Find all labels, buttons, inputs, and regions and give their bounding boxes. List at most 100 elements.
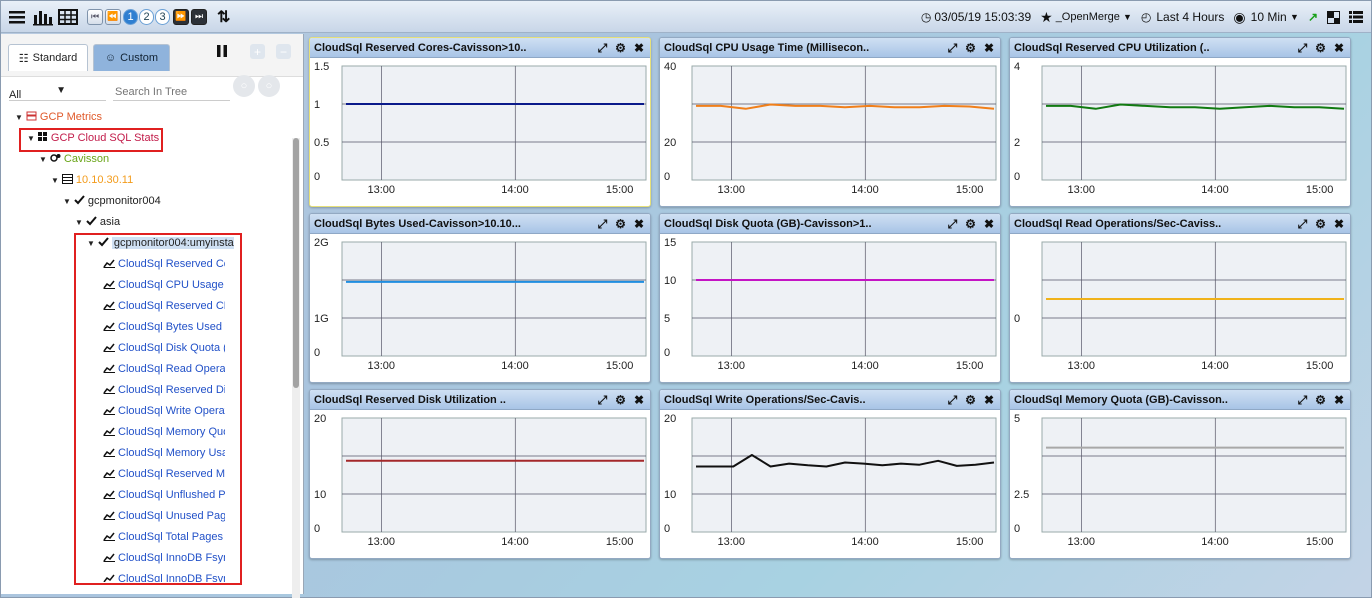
search-icon[interactable]: ○ bbox=[233, 75, 255, 97]
prev-page-icon[interactable]: ⏪ bbox=[105, 8, 121, 25]
x-tick-label: 15:00 bbox=[606, 360, 634, 372]
chart-panel[interactable]: CloudSql Reserved Disk Utilization .. ⤢ ⚙ ✖… bbox=[309, 389, 651, 559]
list-icon[interactable] bbox=[1349, 11, 1363, 23]
table-icon[interactable] bbox=[57, 7, 79, 27]
close-icon[interactable]: ✖ bbox=[984, 41, 994, 56]
expand-icon[interactable]: ⤢ bbox=[948, 217, 958, 232]
gear-icon[interactable]: ⚙ bbox=[1315, 393, 1326, 408]
plot-area bbox=[341, 65, 647, 181]
tree-node[interactable]: ▼ gcpmonitor004 bbox=[63, 191, 161, 211]
search-input[interactable] bbox=[113, 83, 230, 101]
gear-icon[interactable]: ⚙ bbox=[615, 217, 626, 232]
chart-panel[interactable]: CloudSql CPU Usage Time (Millisecon.. ⤢ ⚙ ✖… bbox=[659, 37, 1001, 207]
caret-down-icon[interactable]: ▼ bbox=[15, 113, 23, 122]
tree-node[interactable]: ▼ 10.10.30.11 bbox=[51, 170, 133, 190]
expand-icon[interactable]: ⤢ bbox=[1298, 393, 1308, 408]
chart-panel[interactable]: CloudSql Reserved CPU Utilization (.. ⤢ ⚙ ✖… bbox=[1009, 37, 1351, 207]
layout-icon[interactable] bbox=[1327, 10, 1340, 24]
gear-icon[interactable]: ⚙ bbox=[615, 41, 626, 56]
close-icon[interactable]: ✖ bbox=[634, 393, 644, 408]
gear-icon[interactable]: ⚙ bbox=[1315, 41, 1326, 56]
panel-header[interactable]: CloudSql Read Operations/Sec-Caviss.. ⤢ ⚙ ✖ bbox=[1010, 214, 1350, 234]
tree-node[interactable]: ▼ Cavisson bbox=[39, 149, 109, 169]
y-tick-label: 0 bbox=[314, 171, 320, 183]
last-page-icon[interactable]: ⏭ bbox=[191, 8, 207, 25]
gear-icon[interactable]: ⚙ bbox=[1315, 217, 1326, 232]
close-icon[interactable]: ✖ bbox=[1334, 393, 1344, 408]
chart-panel[interactable]: CloudSql Reserved Cores-Cavisson>10.. ⤢ ⚙ ✖… bbox=[309, 37, 651, 207]
panel-header[interactable]: CloudSql Reserved CPU Utilization (.. ⤢ ⚙ ✖ bbox=[1010, 38, 1350, 58]
star-icon[interactable]: ★ bbox=[1040, 9, 1053, 26]
caret-down-icon[interactable]: ▼ bbox=[39, 155, 47, 164]
gear-icon[interactable]: ⚙ bbox=[615, 393, 626, 408]
expand-icon[interactable]: ⤢ bbox=[598, 217, 608, 232]
x-tick-label: 14:00 bbox=[1201, 536, 1229, 548]
gear-icon[interactable]: ⚙ bbox=[965, 393, 976, 408]
x-tick-label: 15:00 bbox=[1306, 360, 1334, 372]
close-icon[interactable]: ✖ bbox=[984, 393, 994, 408]
clear-search-icon[interactable]: ○ bbox=[258, 75, 280, 97]
panel-header[interactable]: CloudSql Reserved Cores-Cavisson>10.. ⤢ ⚙ ✖ bbox=[310, 38, 650, 58]
page-1-button[interactable]: 1 bbox=[123, 8, 138, 25]
gear-icon[interactable]: ⚙ bbox=[965, 41, 976, 56]
panel-header[interactable]: CloudSql Reserved Disk Utilization .. ⤢ ⚙ ✖ bbox=[310, 390, 650, 410]
page-2-button[interactable]: 2 bbox=[139, 8, 154, 25]
range-select[interactable]: Last 4 Hours bbox=[1156, 10, 1224, 24]
expand-icon[interactable]: ⤢ bbox=[948, 393, 958, 408]
next-page-icon[interactable]: ⏩ bbox=[173, 8, 189, 25]
chart-panel[interactable]: CloudSql Disk Quota (GB)-Cavisson>1.. ⤢ ⚙ ✖… bbox=[659, 213, 1001, 383]
x-tick-label: 14:00 bbox=[851, 536, 879, 548]
list-icon: ☷ bbox=[18, 52, 29, 65]
chart-panel[interactable]: CloudSql Bytes Used-Cavisson>10.10... ⤢ ⚙ ✖… bbox=[309, 213, 651, 383]
tree-node[interactable]: ▼ GCP Metrics bbox=[15, 107, 102, 127]
close-icon[interactable]: ✖ bbox=[1334, 217, 1344, 232]
interval-select[interactable]: 10 Min ▼ bbox=[1251, 10, 1299, 24]
panel-header[interactable]: CloudSql CPU Usage Time (Millisecon.. ⤢ ⚙ ✖ bbox=[660, 38, 1000, 58]
expand-icon[interactable]: ⤢ bbox=[1298, 41, 1308, 56]
panel-header[interactable]: CloudSql Bytes Used-Cavisson>10.10... ⤢ ⚙ ✖ bbox=[310, 214, 650, 234]
tree-node[interactable]: ▼ asia bbox=[75, 212, 120, 232]
y-tick-label: 0 bbox=[314, 523, 320, 535]
panel-header[interactable]: CloudSql Write Operations/Sec-Cavis.. ⤢ ⚙ ✖ bbox=[660, 390, 1000, 410]
trend-icon[interactable]: ↗ bbox=[1308, 10, 1318, 24]
y-tick-label: 2G bbox=[314, 237, 329, 249]
favorite-select[interactable]: _OpenMerge ▼ bbox=[1056, 11, 1132, 23]
gear-icon[interactable]: ⚙ bbox=[965, 217, 976, 232]
first-page-icon[interactable]: ⏮ bbox=[87, 8, 103, 25]
caret-down-icon[interactable]: ▼ bbox=[51, 176, 59, 185]
expand-icon[interactable]: ⤢ bbox=[598, 393, 608, 408]
close-icon[interactable]: ✖ bbox=[984, 217, 994, 232]
expand-all-icon[interactable]: + bbox=[250, 44, 265, 59]
tree-scrollbar[interactable] bbox=[292, 138, 300, 598]
expand-icon[interactable]: ⤢ bbox=[948, 41, 958, 56]
close-icon[interactable]: ✖ bbox=[634, 41, 644, 56]
tab-standard[interactable]: ☷ Standard bbox=[8, 44, 88, 71]
chart-panel[interactable]: CloudSql Read Operations/Sec-Caviss.. ⤢ ⚙ ✖… bbox=[1009, 213, 1351, 383]
eye-icon: ◉ bbox=[1233, 8, 1246, 25]
expand-icon[interactable]: ⤢ bbox=[598, 41, 608, 56]
caret-down-icon[interactable]: ▼ bbox=[63, 197, 71, 206]
check-icon bbox=[86, 215, 97, 229]
collapse-all-icon[interactable]: − bbox=[276, 44, 291, 59]
scrollbar-thumb[interactable] bbox=[293, 138, 299, 388]
y-tick-label: 40 bbox=[664, 61, 676, 73]
panel-title: CloudSql Reserved Disk Utilization .. bbox=[314, 393, 506, 406]
x-tick-label: 13:00 bbox=[1068, 536, 1096, 548]
sort-icon[interactable]: ⇅ bbox=[217, 7, 230, 27]
panel-title: CloudSql Reserved Cores-Cavisson>10.. bbox=[314, 41, 527, 54]
page-3-button[interactable]: 3 bbox=[155, 8, 170, 25]
menu-icon[interactable] bbox=[7, 7, 27, 27]
caret-down-icon[interactable]: ▼ bbox=[75, 218, 83, 227]
close-icon[interactable]: ✖ bbox=[634, 217, 644, 232]
close-icon[interactable]: ✖ bbox=[1334, 41, 1344, 56]
panel-header[interactable]: CloudSql Disk Quota (GB)-Cavisson>1.. ⤢ ⚙ ✖ bbox=[660, 214, 1000, 234]
panel-header[interactable]: CloudSql Memory Quota (GB)-Cavisson.. ⤢ ⚙ ✖ bbox=[1010, 390, 1350, 410]
check-icon bbox=[74, 194, 85, 208]
chart-panel[interactable]: CloudSql Memory Quota (GB)-Cavisson.. ⤢ ⚙ ✖… bbox=[1009, 389, 1351, 559]
filter-select[interactable]: All ▼ bbox=[9, 81, 106, 101]
expand-icon[interactable]: ⤢ bbox=[1298, 217, 1308, 232]
chart-panel[interactable]: CloudSql Write Operations/Sec-Cavis.. ⤢ ⚙ ✖… bbox=[659, 389, 1001, 559]
pause-icon[interactable] bbox=[215, 44, 229, 61]
tab-custom[interactable]: ☺ Custom bbox=[93, 44, 170, 71]
bar-chart-icon[interactable] bbox=[32, 7, 54, 27]
